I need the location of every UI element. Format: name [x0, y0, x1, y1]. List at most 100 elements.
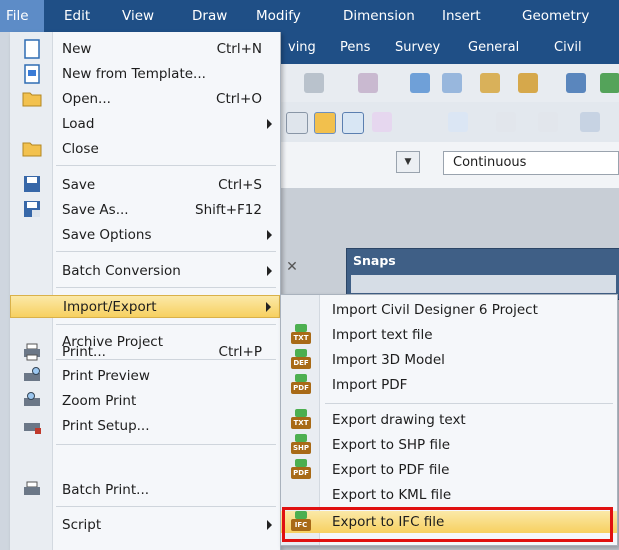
tab-drawing[interactable]: ving: [288, 32, 316, 64]
menu-item-label: Print Preview: [62, 368, 150, 384]
menu-separator: [56, 506, 276, 507]
submenu-item-label: Import Civil Designer 6 Project: [332, 302, 538, 318]
menu-dimension[interactable]: Dimension: [343, 0, 415, 32]
submenu-arrow-icon: [267, 266, 272, 276]
menu-item-open[interactable]: Open... Ctrl+O: [10, 88, 280, 110]
menu-separator: [56, 165, 276, 166]
submenu-item-import-civil-designer[interactable]: Import Civil Designer 6 Project: [281, 299, 617, 321]
menu-item-new-from-template[interactable]: New from Template...: [10, 63, 280, 85]
text-tool-icon[interactable]: [496, 112, 516, 132]
menu-item-label: Batch Print...: [62, 482, 150, 498]
menu-item-label: Import/Export: [63, 299, 157, 315]
menu-item-batch-conversion[interactable]: Batch Conversion: [10, 260, 280, 282]
shortcut-label: Ctrl+O: [216, 91, 262, 107]
menu-item-print-setup[interactable]: Print Setup...: [10, 415, 280, 437]
linetype-select[interactable]: Continuous: [443, 151, 619, 175]
menu-item-print-preview[interactable]: Print Preview: [10, 365, 280, 387]
submenu-item-export-shp[interactable]: SHP Export to SHP file: [281, 434, 617, 456]
submenu-arrow-icon: [266, 302, 271, 312]
undo-icon[interactable]: [566, 73, 586, 93]
menu-item-label: Open...: [62, 91, 111, 107]
menu-item-label: Batch Conversion: [62, 263, 181, 279]
file-menu: New Ctrl+N New from Template... Open... …: [10, 32, 281, 550]
new-document-icon: [24, 39, 40, 59]
submenu-item-import-pdf[interactable]: PDF Import PDF: [281, 374, 617, 396]
menu-item-label: Zoom Print: [62, 393, 137, 409]
menu-item-label: Close: [62, 141, 99, 157]
menu-file[interactable]: File: [0, 0, 44, 32]
submenu-item-label: Import PDF: [332, 377, 408, 393]
shortcut-label: Shift+F12: [195, 202, 262, 218]
standard-toolbar: [270, 64, 619, 103]
menu-geometry[interactable]: Geometry: [522, 0, 589, 32]
menu-item-label: Save As...: [62, 202, 129, 218]
view-toolbar: [270, 102, 619, 143]
numbering-icon[interactable]: [538, 112, 558, 132]
tab-survey[interactable]: Survey: [395, 32, 440, 64]
zoom-window-icon[interactable]: [286, 112, 308, 134]
pdf-file-icon: PDF: [290, 459, 312, 481]
paste-icon[interactable]: [518, 73, 538, 93]
submenu-item-label: Export drawing text: [332, 412, 466, 428]
submenu-item-label: Export to PDF file: [332, 462, 450, 478]
menu-item-label: Print Setup...: [62, 418, 150, 434]
submenu-item-export-kml[interactable]: Export to KML file: [281, 484, 617, 506]
clipboard-icon[interactable]: [480, 73, 500, 93]
add-point-icon[interactable]: [448, 112, 468, 132]
submenu-item-export-drawing-text[interactable]: TXT Export drawing text: [281, 409, 617, 431]
menu-insert[interactable]: Insert: [442, 0, 481, 32]
zoom-print-icon: [24, 392, 40, 406]
tab-general[interactable]: General: [468, 32, 519, 64]
menu-item-label: Load: [62, 116, 95, 132]
menu-item-save-options[interactable]: Save Options: [10, 224, 280, 246]
draw-line-icon[interactable]: [580, 112, 600, 132]
menu-item-script[interactable]: Script: [10, 514, 280, 536]
copy-tool-icon[interactable]: [442, 73, 462, 93]
menu-draw[interactable]: Draw: [192, 0, 227, 32]
menu-item-label: Save Options: [62, 227, 152, 243]
properties-icon[interactable]: [342, 112, 364, 134]
highlight-callout-box: [282, 507, 613, 542]
txt-file-icon: TXT: [290, 324, 312, 346]
snaps-toolbar[interactable]: [351, 275, 616, 293]
menu-item-batch-print[interactable]: Batch Print...: [10, 479, 280, 501]
tab-pens[interactable]: Pens: [340, 32, 370, 64]
submenu-item-label: Export to KML file: [332, 487, 452, 503]
submenu-item-import-text[interactable]: TXT Import text file: [281, 324, 617, 346]
menu-item-close[interactable]: Close: [10, 138, 280, 160]
save-as-icon: [24, 201, 40, 217]
menu-modify[interactable]: Modify: [256, 0, 301, 32]
menu-view[interactable]: View: [122, 0, 154, 32]
menu-item-import-export[interactable]: Import/Export: [10, 295, 280, 318]
close-icon[interactable]: ✕: [284, 258, 300, 276]
snap-tool-icon[interactable]: [304, 73, 324, 93]
trim-tool-icon[interactable]: [410, 73, 430, 93]
style-icon[interactable]: [372, 112, 392, 132]
menu-item-zoom-print[interactable]: Zoom Print: [10, 390, 280, 412]
menu-item-print[interactable]: Print... Ctrl+P: [10, 341, 280, 363]
layer-dropdown-button[interactable]: ▼: [396, 151, 420, 173]
menu-item-load[interactable]: Load: [10, 113, 280, 135]
menu-item-label: Save: [62, 177, 96, 193]
left-window-edge: [0, 32, 10, 550]
menu-item-new[interactable]: New Ctrl+N: [10, 38, 280, 60]
submenu-arrow-icon: [267, 230, 272, 240]
snap-settings-icon[interactable]: [314, 112, 336, 134]
redo-icon[interactable]: [600, 73, 619, 93]
batch-print-icon: [24, 481, 40, 495]
submenu-item-label: Import text file: [332, 327, 433, 343]
shortcut-label: Ctrl+N: [216, 41, 262, 57]
point-tool-icon[interactable]: [358, 73, 378, 93]
menu-item-label: New from Template...: [62, 66, 206, 82]
submenu-item-import-3d-model[interactable]: DEF Import 3D Model: [281, 349, 617, 371]
tab-civil[interactable]: Civil: [554, 32, 582, 64]
menu-separator: [56, 444, 276, 445]
shortcut-label: Ctrl+P: [218, 344, 262, 360]
submenu-item-export-pdf[interactable]: PDF Export to PDF file: [281, 459, 617, 481]
menu-item-save-as[interactable]: Save As... Shift+F12: [10, 199, 280, 221]
save-icon: [24, 176, 40, 192]
open-folder-icon: [22, 92, 42, 107]
menu-edit[interactable]: Edit: [64, 0, 90, 32]
menu-item-save[interactable]: Save Ctrl+S: [10, 174, 280, 196]
ribbon-tabs: ving Pens Survey General Civil: [270, 32, 619, 64]
